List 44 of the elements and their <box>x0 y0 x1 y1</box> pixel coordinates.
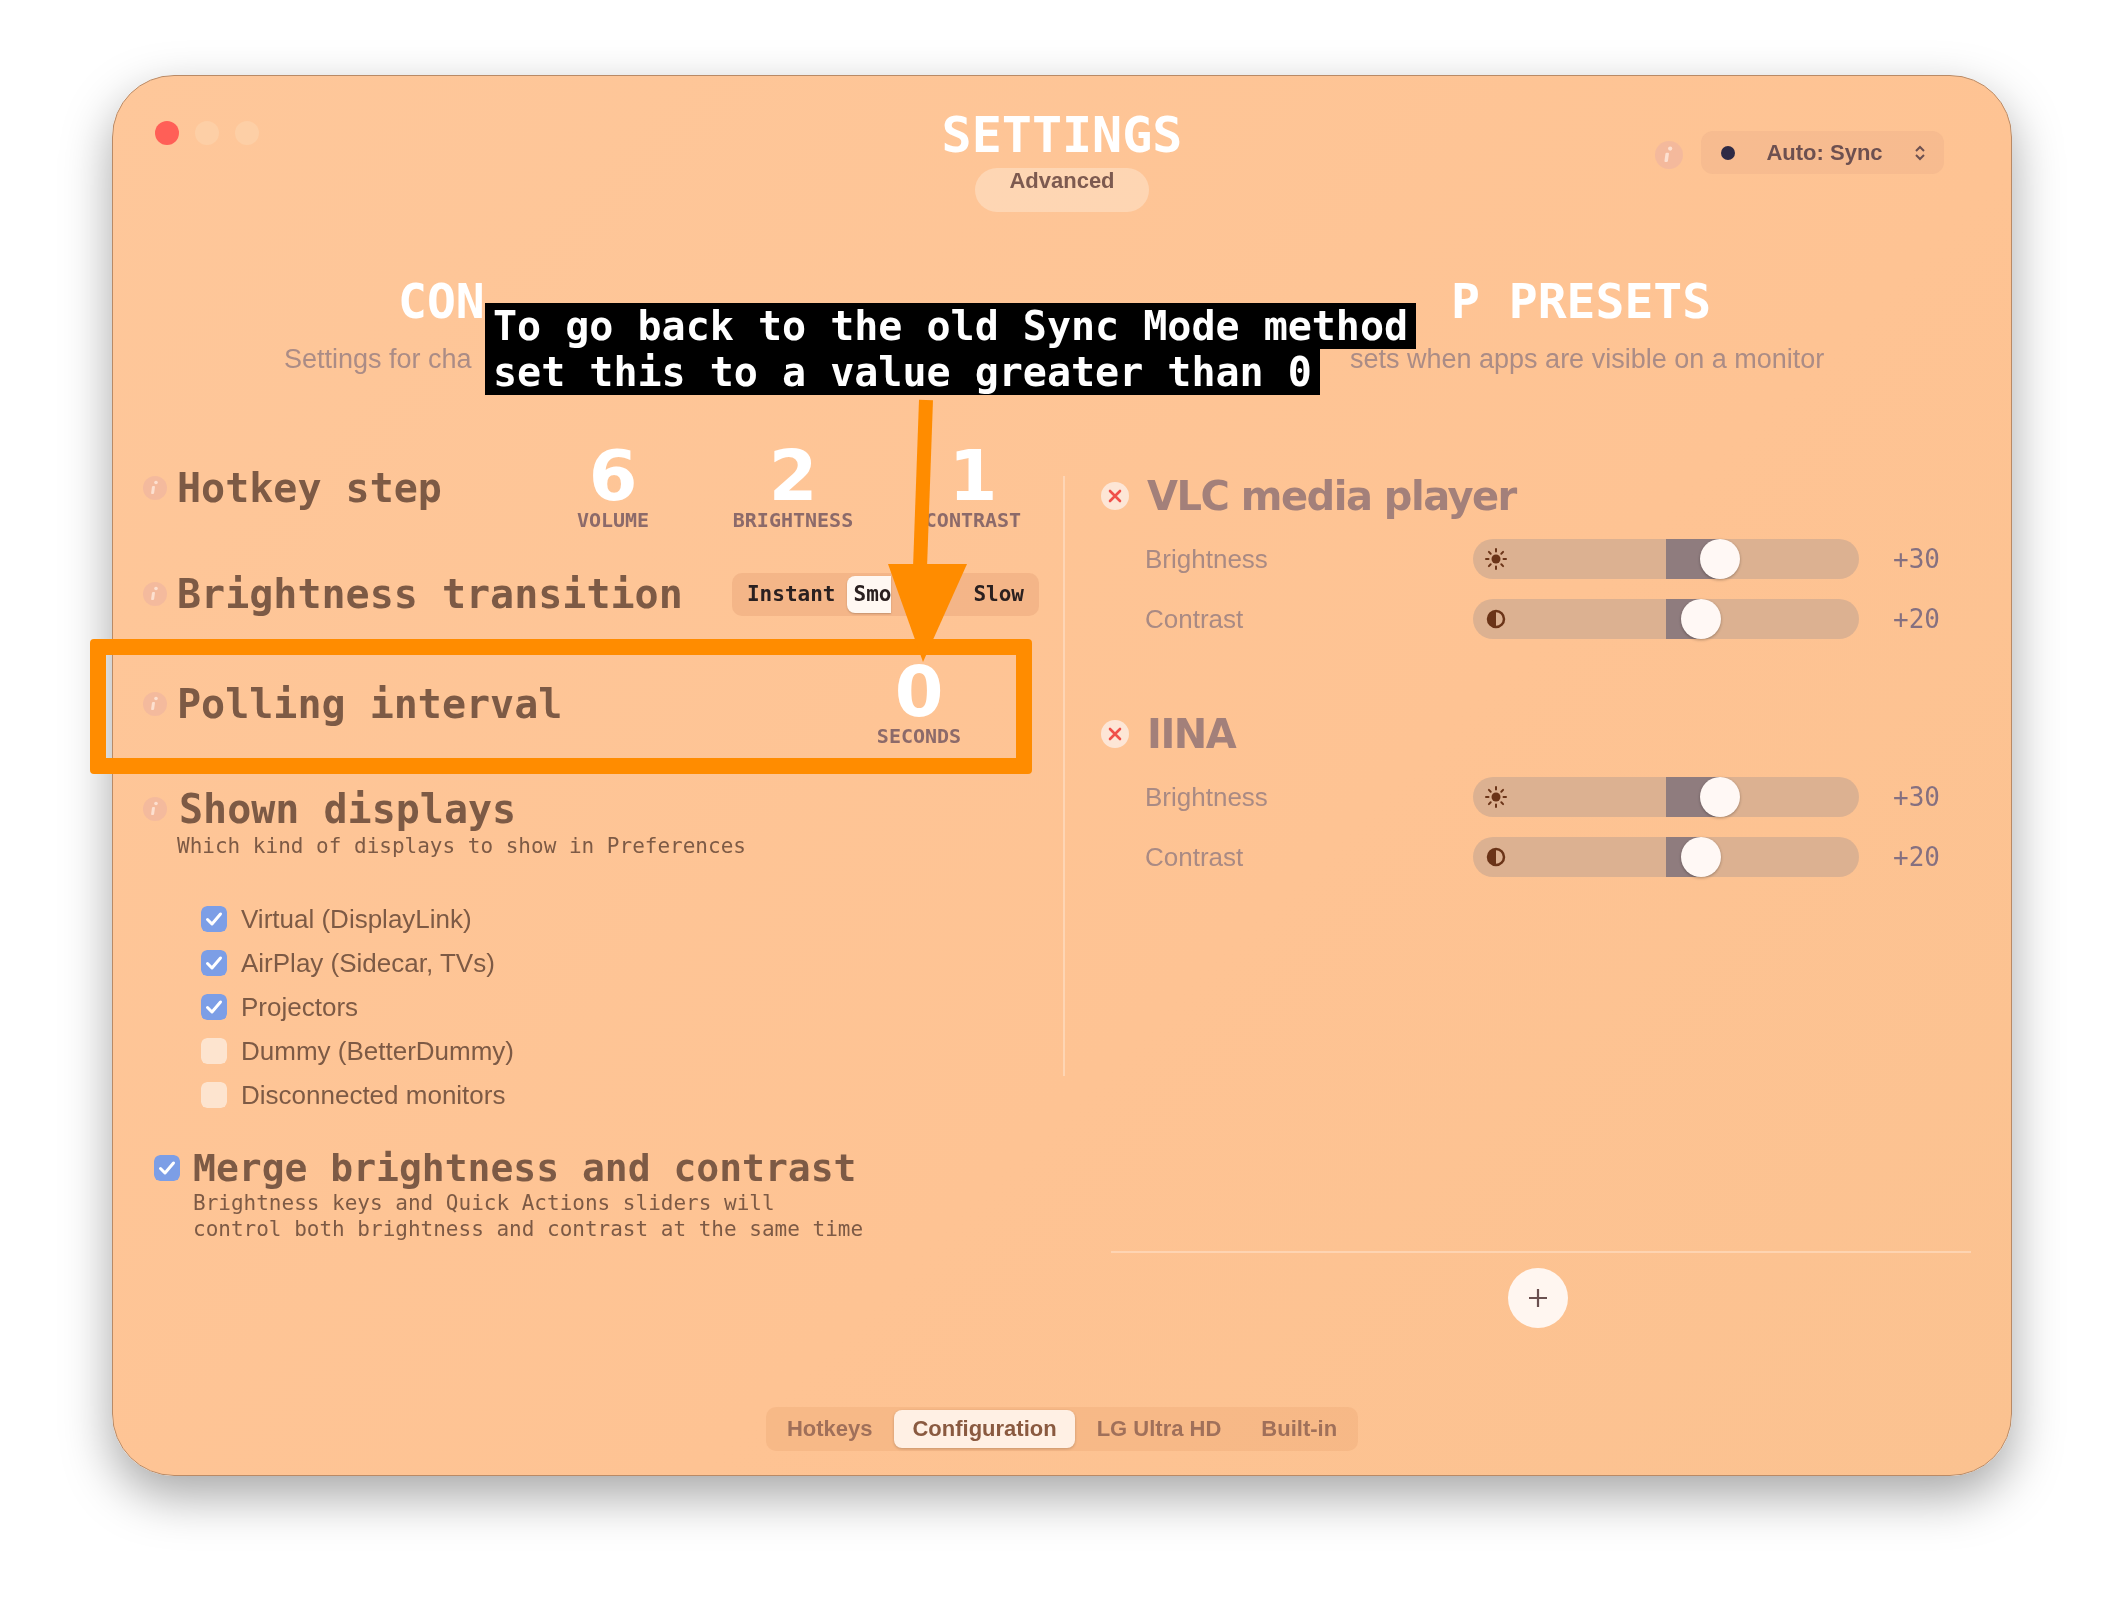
checkbox-label: Dummy (BetterDummy) <box>241 1035 514 1067</box>
step-value[interactable]: 6 <box>588 444 638 508</box>
mode-badge: Advanced <box>975 168 1149 212</box>
step-caption: VOLUME <box>576 508 650 532</box>
slider-label: Contrast <box>1145 841 1245 873</box>
slider-label: Brightness <box>1145 543 1269 575</box>
segment-option[interactable]: Smo <box>847 575 892 613</box>
tab[interactable]: Built-in <box>1243 1410 1356 1448</box>
slider-value: +30 <box>1893 782 1941 812</box>
tab[interactable]: Hotkeys <box>768 1410 891 1448</box>
setting-description: Which kind of displays to show in Preferences <box>177 833 747 859</box>
checkbox-label: Virtual (DisplayLink) <box>241 903 472 935</box>
setting-label: Shown displays <box>179 787 517 831</box>
section-heading: P PRESETS <box>1451 272 1712 331</box>
slider-value: +30 <box>1893 544 1941 574</box>
checkbox-label: Projectors <box>241 991 359 1023</box>
slider-label: Brightness <box>1145 781 1269 813</box>
window-title: SETTINGS <box>941 106 1183 164</box>
tab[interactable]: Configuration <box>894 1410 1075 1448</box>
segment-option[interactable]: Slow <box>961 575 1036 613</box>
annotation-text: set this to a value greater than 0 <box>485 349 1320 395</box>
app-name: IINA <box>1147 712 1236 756</box>
annotation-text: To go back to the old Sync Mode method <box>485 303 1417 349</box>
checkbox-label: AirPlay (Sidecar, TVs) <box>241 947 495 979</box>
setting-label: Hotkey step <box>177 466 443 510</box>
interval-value[interactable]: 0 <box>894 660 944 724</box>
step-value[interactable]: 1 <box>948 444 998 508</box>
slider-value: +20 <box>1893 842 1941 872</box>
setting-description: Brightness keys and Quick Actions sliders will control both brightness and contrast at the same time <box>193 1190 865 1242</box>
section-description: Settings for cha <box>284 343 472 376</box>
step-value[interactable]: 2 <box>768 444 818 508</box>
section-heading: CON <box>398 272 485 331</box>
step-caption: BRIGHTNESS <box>732 508 854 532</box>
slider-label: Contrast <box>1145 603 1245 635</box>
checkbox-label: Disconnected monitors <box>241 1079 506 1111</box>
setting-label: Polling interval <box>177 682 564 726</box>
unit-caption: SECONDS <box>876 724 962 748</box>
slider-value: +20 <box>1893 604 1941 634</box>
app-name: VLC media player <box>1147 474 1516 518</box>
tab[interactable]: LG Ultra HD <box>1078 1410 1240 1448</box>
segment-option[interactable]: Instant <box>734 575 848 613</box>
setting-label: Merge brightness and contrast <box>193 1146 857 1190</box>
sync-mode-dropdown[interactable]: Auto: Sync <box>1701 131 1944 174</box>
setting-label: Brightness transition <box>177 572 684 616</box>
